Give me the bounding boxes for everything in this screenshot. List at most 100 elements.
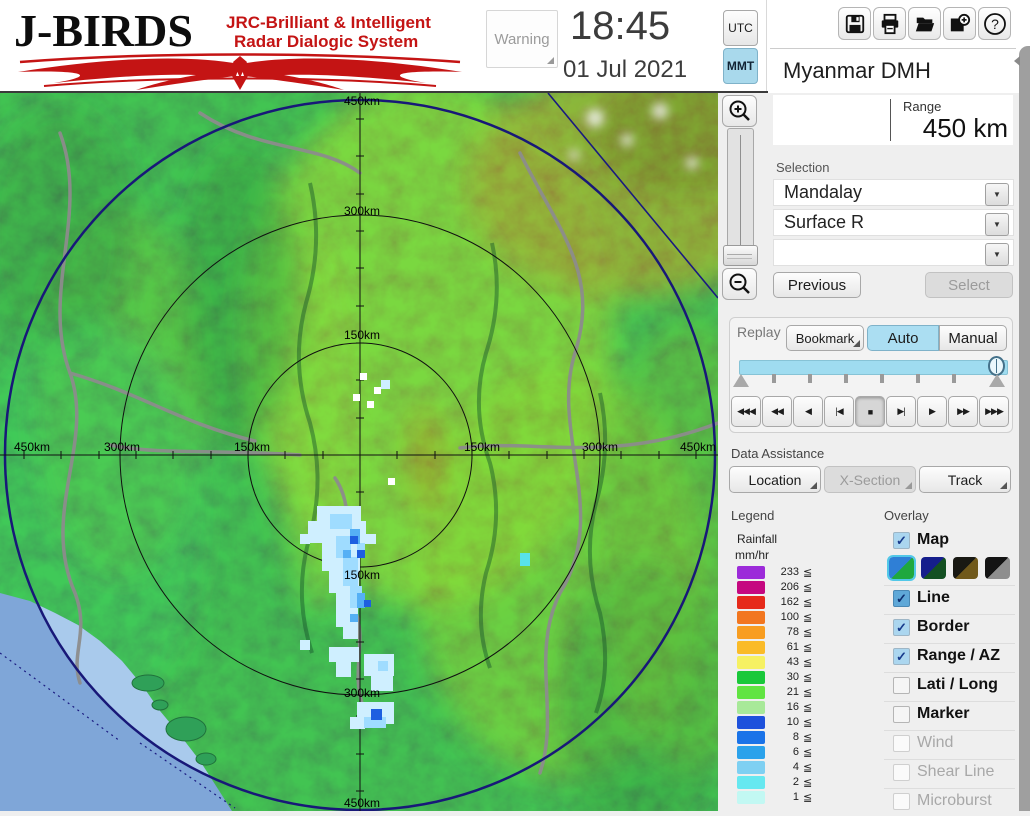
legend-operator: ≦ [803,731,812,744]
overlay-checkbox-line[interactable]: ✓ [893,590,910,607]
rewind-fastest-button[interactable]: ◀◀◀ [731,396,761,427]
product-dropdown-value: Surface R [784,212,864,233]
logo-tagline-1: JRC-Brilliant & Intelligent [226,13,431,33]
legend-swatch [737,776,765,789]
overlay-checkbox-border[interactable]: ✓ [893,619,910,636]
zoom-slider-track[interactable] [727,128,754,262]
add-image-icon [949,13,971,35]
station-name: Myanmar DMH [783,58,931,84]
chevron-down-icon[interactable]: ▼ [985,243,1009,266]
print-button[interactable] [873,7,906,40]
legend-value: 2 [765,776,799,788]
x-section-button[interactable]: X-Section [824,466,916,493]
svg-text:?: ? [991,16,999,32]
help-icon: ? [983,12,1007,36]
forward-fastest-button[interactable]: ▶▶▶ [979,396,1009,427]
rewind-fast-icon: ◀◀ [771,406,783,417]
legend-operator: ≦ [803,641,812,654]
step-forward-button[interactable]: ▶| [886,396,916,427]
slider-tick [880,374,884,383]
slider-tick [772,374,776,383]
track-button[interactable]: Track [919,466,1011,493]
stop-button[interactable]: ■ [855,396,885,427]
step-back-icon: |◀ [835,406,842,417]
save-button[interactable] [838,7,871,40]
overlay-checkbox-marker[interactable] [893,706,910,723]
legend-swatch [737,581,765,594]
zoom-in-button[interactable] [722,95,757,127]
legend-swatch [737,656,765,669]
map-style-swatch[interactable] [985,557,1010,579]
overlay-checkbox-lati-long[interactable] [893,677,910,694]
overlay-checkbox-range-az[interactable]: ✓ [893,648,910,665]
overlay-item-marker[interactable]: Marker [917,705,969,723]
legend-value: 6 [765,746,799,758]
overlay-item-border[interactable]: Border [917,618,969,636]
bookmark-label: Bookmark [796,331,855,346]
radar-map[interactable]: 450km 300km 150km 150km 300km 450km 450k… [0,93,718,811]
replay-label: Replay [737,324,781,340]
slider-tick [952,374,956,383]
legend-operator: ≦ [803,791,812,804]
manual-button[interactable]: Manual [939,325,1007,351]
overlay-item-range-az[interactable]: Range / AZ [917,647,1000,665]
location-label: Location [749,472,802,488]
rewind-fastest-icon: ◀◀◀ [737,406,755,417]
logo-tagline-2: Radar Dialogic System [234,32,418,52]
map-style-swatch[interactable] [953,557,978,579]
legend-swatch [737,671,765,684]
site-dropdown[interactable]: Mandalay ▼ [773,179,1014,206]
bookmark-button[interactable]: Bookmark [786,325,864,351]
previous-label: Previous [788,277,846,294]
overlay-checkbox-map[interactable]: ✓ [893,532,910,549]
map-style-swatch[interactable] [921,557,946,579]
replay-slider-handle[interactable] [988,356,1005,376]
overlay-item-line[interactable]: Line [917,589,950,607]
overlay-item-lati-long[interactable]: Lati / Long [917,676,998,694]
overlay-checkbox-wind [893,735,910,752]
replay-slider-track[interactable] [739,360,1008,375]
add-image-button[interactable] [943,7,976,40]
map-style-swatch[interactable] [889,557,914,579]
legend-value: 206 [765,581,799,593]
zoom-slider-handle[interactable] [723,245,758,266]
legend-swatch [737,626,765,639]
utc-button[interactable]: UTC [723,10,758,46]
save-icon [844,13,866,35]
auto-button[interactable]: Auto [867,325,939,351]
product-dropdown[interactable]: Surface R ▼ [773,209,1014,236]
legend-swatch [737,701,765,714]
slider-start-marker[interactable] [733,374,749,387]
check-icon: ✓ [896,620,907,636]
slider-tick [916,374,920,383]
forward-fast-button[interactable]: ▶▶ [948,396,978,427]
help-button[interactable]: ? [978,7,1011,40]
zoom-out-button[interactable] [722,268,757,300]
play-reverse-button[interactable]: ◀ [793,396,823,427]
legend-operator: ≦ [803,626,812,639]
legend-value: 4 [765,761,799,773]
chevron-down-icon[interactable]: ▼ [985,183,1009,206]
mmt-label: MMT [727,59,754,73]
step-back-button[interactable]: |◀ [824,396,854,427]
previous-button[interactable]: Previous [773,272,861,298]
legend-operator: ≦ [803,611,812,624]
range-label: Range [903,99,941,114]
warning-button[interactable]: Warning [486,10,558,68]
option-dropdown[interactable]: ▼ [773,239,1014,266]
data-assistance-label: Data Assistance [731,446,824,461]
select-label: Select [948,277,990,294]
panel-collapse-handle[interactable] [1019,46,1030,811]
select-button[interactable]: Select [925,272,1013,298]
slider-end-marker[interactable] [989,374,1005,387]
play-button[interactable]: ▶ [917,396,947,427]
location-button[interactable]: Location [729,466,821,493]
chevron-down-icon[interactable]: ▼ [985,213,1009,236]
mmt-button[interactable]: MMT [723,48,758,84]
forward-fast-icon: ▶▶ [957,406,969,417]
forward-fastest-icon: ▶▶▶ [985,406,1003,417]
warning-label: Warning [494,31,549,48]
overlay-item-map[interactable]: Map [917,531,949,549]
rewind-fast-button[interactable]: ◀◀ [762,396,792,427]
open-file-button[interactable] [908,7,941,40]
